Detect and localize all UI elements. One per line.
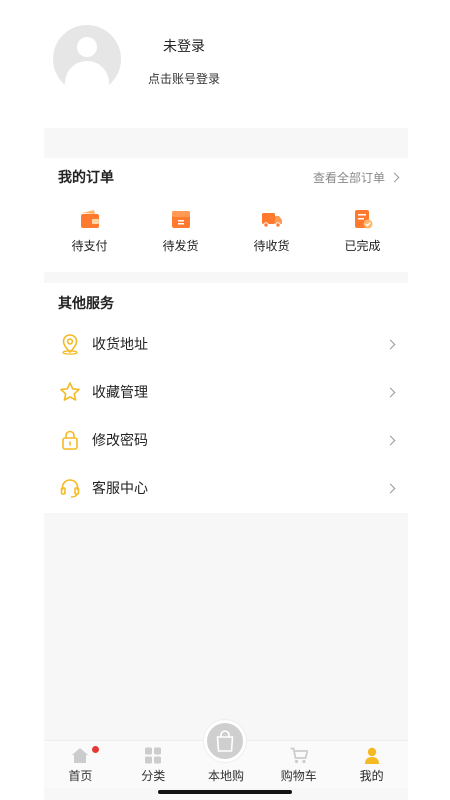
home-indicator bbox=[158, 790, 292, 794]
order-label: 已完成 bbox=[344, 239, 381, 253]
order-label: 待支付 bbox=[71, 239, 108, 253]
tab-label: 分类 bbox=[141, 769, 166, 783]
chevron-right-icon bbox=[385, 435, 396, 445]
chevron-right-icon bbox=[385, 483, 396, 493]
service-shipping-address[interactable]: 收货地址 bbox=[44, 320, 408, 368]
tab-category[interactable]: 分类 bbox=[117, 741, 190, 788]
star-icon bbox=[59, 381, 81, 403]
chevron-right-icon bbox=[389, 172, 400, 183]
tab-home[interactable]: 首页 bbox=[44, 741, 117, 788]
avatar[interactable] bbox=[53, 25, 121, 93]
user-icon bbox=[363, 747, 381, 764]
headset-icon bbox=[59, 477, 81, 499]
tab-label: 本地购 bbox=[207, 769, 244, 783]
location-pin-icon bbox=[59, 333, 81, 355]
login-prompt[interactable]: 点击账号登录 bbox=[148, 70, 220, 87]
order-pending-shipment[interactable]: 待发货 bbox=[135, 208, 226, 254]
view-all-orders-link[interactable]: 查看全部订单 bbox=[312, 169, 400, 186]
orders-card: 我的订单 查看全部订单 待支付 待发货 待收货 已完成 bbox=[44, 158, 408, 272]
cart-icon bbox=[290, 747, 309, 764]
shopping-bag-icon bbox=[216, 730, 234, 756]
grid-icon bbox=[144, 747, 162, 764]
orders-title: 我的订单 bbox=[58, 170, 114, 186]
order-label: 待收货 bbox=[253, 239, 290, 253]
order-pending-payment[interactable]: 待支付 bbox=[44, 208, 135, 254]
service-label: 收藏管理 bbox=[92, 385, 148, 401]
local-shopping-center-button[interactable] bbox=[204, 720, 246, 762]
services-card: 其他服务 收货地址 收藏管理 修改密码 客服中心 bbox=[44, 283, 408, 513]
completed-document-icon bbox=[352, 208, 374, 230]
service-label: 客服中心 bbox=[92, 481, 148, 497]
tab-label: 我的 bbox=[359, 769, 384, 783]
service-change-password[interactable]: 修改密码 bbox=[44, 416, 408, 464]
order-pending-receipt[interactable]: 待收货 bbox=[226, 208, 317, 254]
login-status[interactable]: 未登录 bbox=[163, 36, 205, 56]
tab-label: 首页 bbox=[68, 769, 93, 783]
wallet-icon bbox=[79, 208, 101, 230]
home-icon bbox=[71, 747, 89, 764]
lock-icon bbox=[59, 429, 81, 451]
chevron-right-icon bbox=[385, 387, 396, 397]
service-customer-support[interactable]: 客服中心 bbox=[44, 464, 408, 512]
tab-label: 购物车 bbox=[280, 769, 317, 783]
services-title: 其他服务 bbox=[58, 296, 114, 312]
delivery-truck-icon bbox=[261, 208, 283, 230]
view-all-orders-label: 查看全部订单 bbox=[312, 171, 385, 185]
chevron-right-icon bbox=[385, 339, 396, 349]
service-label: 修改密码 bbox=[92, 433, 148, 449]
tab-mine[interactable]: 我的 bbox=[335, 741, 408, 788]
profile-header[interactable]: 未登录 点击账号登录 bbox=[0, 0, 450, 128]
package-box-icon bbox=[170, 208, 192, 230]
service-favorites[interactable]: 收藏管理 bbox=[44, 368, 408, 416]
tab-cart[interactable]: 购物车 bbox=[262, 741, 335, 788]
order-completed[interactable]: 已完成 bbox=[317, 208, 408, 254]
notification-badge bbox=[92, 746, 99, 753]
service-label: 收货地址 bbox=[92, 337, 148, 353]
order-label: 待发货 bbox=[162, 239, 199, 253]
